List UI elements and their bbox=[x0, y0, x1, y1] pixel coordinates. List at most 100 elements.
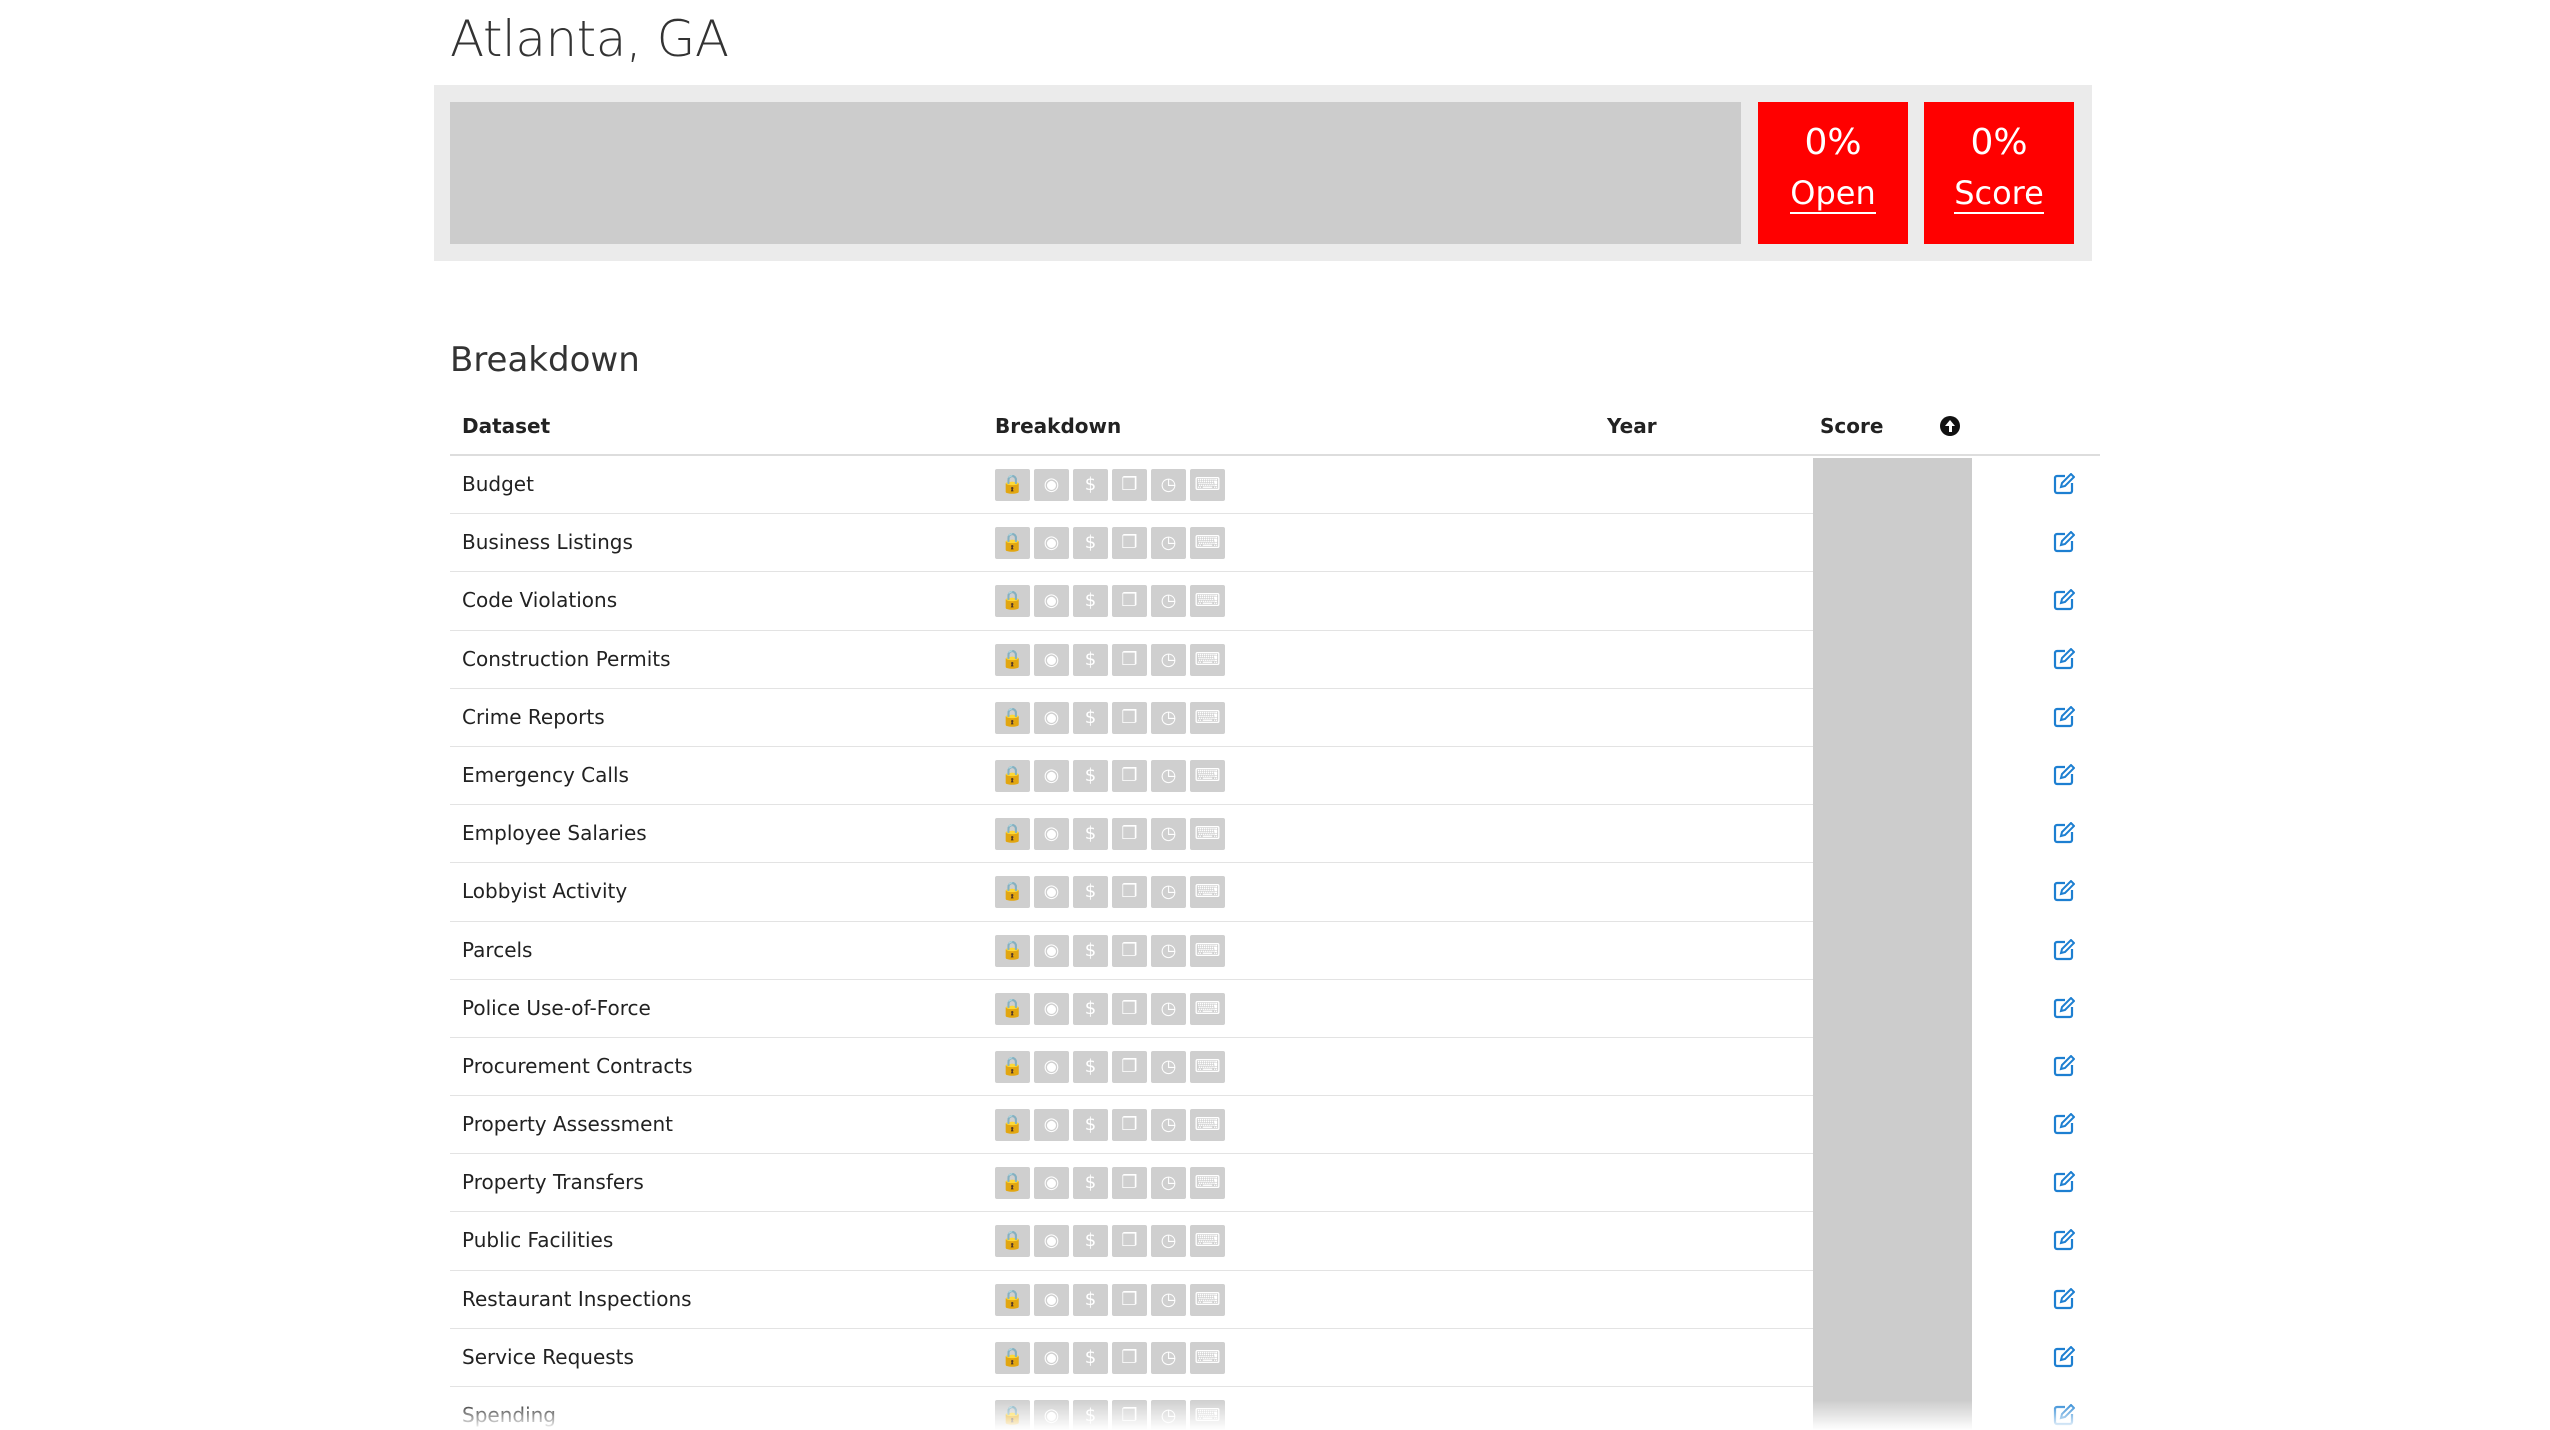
dataset-name: Emergency Calls bbox=[462, 762, 629, 787]
eye-icon: ◉ bbox=[1034, 527, 1069, 560]
clock-icon: ◷ bbox=[1151, 1283, 1186, 1316]
lock-icon: 🔒 bbox=[995, 469, 1030, 501]
lock-icon: 🔒 bbox=[995, 585, 1030, 618]
keyboard-icon: ⌨ bbox=[1190, 992, 1225, 1025]
dollar-icon: $ bbox=[1073, 1283, 1108, 1316]
dollar-icon: $ bbox=[1073, 527, 1108, 560]
open-stat-box: 0% Open bbox=[1758, 102, 1908, 244]
copy-icon: ❐ bbox=[1112, 1341, 1147, 1374]
eye-icon: ◉ bbox=[1034, 876, 1069, 909]
dataset-name: Budget bbox=[462, 472, 534, 496]
lock-icon: 🔒 bbox=[995, 1050, 1030, 1083]
breakdown-badges: 🔒◉$❐◷⌨ bbox=[995, 1283, 1225, 1316]
clock-icon: ◷ bbox=[1151, 701, 1186, 734]
edit-icon[interactable] bbox=[2053, 473, 2075, 495]
breakdown-badges: 🔒◉$❐◷⌨ bbox=[995, 992, 1225, 1025]
edit-icon[interactable] bbox=[2053, 1287, 2075, 1310]
edit-icon[interactable] bbox=[2053, 1113, 2075, 1135]
copy-icon: ❐ bbox=[1112, 527, 1147, 560]
clock-icon: ◷ bbox=[1151, 585, 1186, 618]
dollar-icon: $ bbox=[1073, 1167, 1108, 1200]
table-row: Property Assessment 🔒 ◉ $ ❐ ◷ ⌨ bbox=[450, 1096, 2075, 1155]
breakdown-badges: 🔒◉$❐◷⌨ bbox=[995, 1109, 1225, 1142]
keyboard-icon: ⌨ bbox=[1190, 1109, 1225, 1142]
table-row: Code Violations 🔒 ◉ $ ❐ ◷ ⌨ bbox=[450, 572, 2075, 631]
edit-icon[interactable] bbox=[2053, 589, 2075, 611]
column-header-dataset[interactable]: Dataset bbox=[462, 414, 550, 438]
column-header-score[interactable]: Score bbox=[1820, 414, 1883, 438]
page-title: Atlanta, GA bbox=[450, 10, 729, 68]
keyboard-icon: ⌨ bbox=[1190, 469, 1225, 501]
edit-icon[interactable] bbox=[2053, 1345, 2075, 1368]
eye-icon: ◉ bbox=[1034, 469, 1069, 501]
edit-icon[interactable] bbox=[2053, 647, 2075, 670]
edit-icon[interactable] bbox=[2053, 822, 2075, 844]
breakdown-badges: 🔒◉$❐◷⌨ bbox=[995, 759, 1225, 792]
lock-icon: 🔒 bbox=[995, 992, 1030, 1025]
clock-icon: ◷ bbox=[1151, 527, 1186, 560]
eye-icon: ◉ bbox=[1034, 1283, 1069, 1316]
table-row: Public Facilities 🔒 ◉ $ ❐ ◷ ⌨ bbox=[450, 1212, 2075, 1271]
clock-icon: ◷ bbox=[1151, 1050, 1186, 1083]
edit-icon[interactable] bbox=[2053, 1054, 2075, 1077]
edit-icon[interactable] bbox=[2053, 531, 2075, 553]
dataset-name: Police Use-of-Force bbox=[462, 995, 651, 1020]
table-row: Construction Permits 🔒 ◉ $ ❐ ◷ ⌨ bbox=[450, 631, 2075, 689]
eye-icon: ◉ bbox=[1034, 1341, 1069, 1374]
edit-icon[interactable] bbox=[2053, 1171, 2075, 1193]
edit-icon[interactable] bbox=[2053, 705, 2075, 728]
lock-icon: 🔒 bbox=[995, 527, 1030, 560]
dollar-icon: $ bbox=[1073, 701, 1108, 734]
edit-icon[interactable] bbox=[2053, 1229, 2075, 1251]
dollar-icon: $ bbox=[1073, 1341, 1108, 1374]
lock-icon: 🔒 bbox=[995, 759, 1030, 792]
dataset-name: Service Requests bbox=[462, 1344, 634, 1369]
dollar-icon: $ bbox=[1073, 876, 1108, 909]
score-stat-box: 0% Score bbox=[1924, 102, 2074, 244]
breakdown-badges: 🔒◉$❐◷⌨ bbox=[995, 818, 1225, 851]
open-link[interactable]: Open bbox=[1790, 175, 1876, 214]
bottom-fade bbox=[0, 1400, 2550, 1430]
breakdown-badges: 🔒◉$❐◷⌨ bbox=[995, 934, 1225, 967]
dataset-name: Crime Reports bbox=[462, 704, 605, 729]
clock-icon: ◷ bbox=[1151, 934, 1186, 967]
lock-icon: 🔒 bbox=[995, 876, 1030, 909]
breakdown-badges: 🔒◉$❐◷⌨ bbox=[995, 469, 1225, 501]
score-percent: 0% bbox=[1970, 122, 2028, 163]
breakdown-badges: 🔒◉$❐◷⌨ bbox=[995, 585, 1225, 618]
keyboard-icon: ⌨ bbox=[1190, 876, 1225, 909]
clock-icon: ◷ bbox=[1151, 1225, 1186, 1258]
table-row: Lobbyist Activity 🔒 ◉ $ ❐ ◷ ⌨ bbox=[450, 863, 2075, 922]
column-header-breakdown[interactable]: Breakdown bbox=[995, 414, 1121, 438]
eye-icon: ◉ bbox=[1034, 934, 1069, 967]
edit-icon[interactable] bbox=[2053, 996, 2075, 1019]
lock-icon: 🔒 bbox=[995, 934, 1030, 967]
table-row: Property Transfers 🔒 ◉ $ ❐ ◷ ⌨ bbox=[450, 1154, 2075, 1213]
clock-icon: ◷ bbox=[1151, 469, 1186, 501]
table-header: Dataset Breakdown Year Score bbox=[450, 404, 2100, 456]
score-link[interactable]: Score bbox=[1954, 175, 2044, 214]
page: Atlanta, GA 0% Open 0% Score Breakdown D… bbox=[0, 0, 2550, 1430]
eye-icon: ◉ bbox=[1034, 818, 1069, 851]
table-row: Business Listings 🔒 ◉ $ ❐ ◷ ⌨ bbox=[450, 514, 2075, 573]
arrow-up-circle-icon bbox=[1940, 416, 1960, 436]
lock-icon: 🔒 bbox=[995, 818, 1030, 851]
column-header-year[interactable]: Year bbox=[1607, 414, 1657, 438]
copy-icon: ❐ bbox=[1112, 818, 1147, 851]
keyboard-icon: ⌨ bbox=[1190, 818, 1225, 851]
dataset-name: Property Assessment bbox=[462, 1112, 673, 1137]
lock-icon: 🔒 bbox=[995, 1341, 1030, 1374]
clock-icon: ◷ bbox=[1151, 759, 1186, 792]
eye-icon: ◉ bbox=[1034, 759, 1069, 792]
dollar-icon: $ bbox=[1073, 1225, 1108, 1258]
dollar-icon: $ bbox=[1073, 992, 1108, 1025]
dataset-name: Restaurant Inspections bbox=[462, 1286, 692, 1311]
edit-icon[interactable] bbox=[2053, 763, 2075, 786]
edit-icon[interactable] bbox=[2053, 880, 2075, 902]
sort-toggle[interactable] bbox=[1940, 416, 1960, 441]
keyboard-icon: ⌨ bbox=[1190, 1283, 1225, 1316]
dollar-icon: $ bbox=[1073, 643, 1108, 676]
edit-icon[interactable] bbox=[2053, 938, 2075, 961]
clock-icon: ◷ bbox=[1151, 992, 1186, 1025]
eye-icon: ◉ bbox=[1034, 701, 1069, 734]
